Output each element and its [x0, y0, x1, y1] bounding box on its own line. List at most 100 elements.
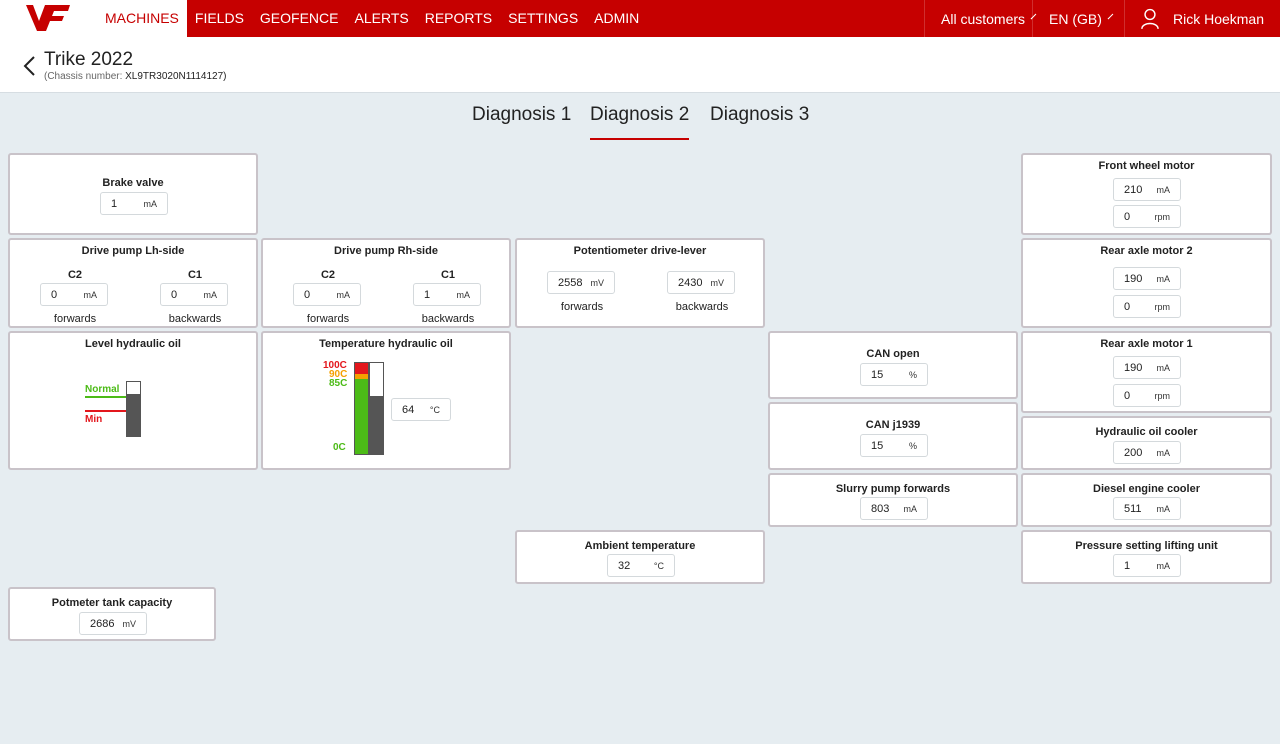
- unit: mA: [1156, 274, 1171, 284]
- value: 0: [1124, 390, 1131, 402]
- nav-reports[interactable]: REPORTS: [417, 0, 500, 37]
- scale-green-zone: [355, 379, 368, 454]
- rear-axle-1-speed: 0 rpm: [1113, 384, 1181, 407]
- unit: mV: [122, 619, 137, 629]
- value: 0: [304, 289, 311, 301]
- unit: °C: [653, 561, 664, 571]
- panel-potmeter-tank-capacity: Potmeter tank capacity 2686 mV: [8, 587, 216, 641]
- can-j1939-value-box: 15 %: [860, 434, 928, 457]
- value: 32: [618, 560, 631, 572]
- panel-title: Drive pump Rh-side: [334, 245, 438, 257]
- unit: mA: [1156, 561, 1171, 571]
- temperature-fill: [370, 395, 383, 454]
- nav-alerts[interactable]: ALERTS: [347, 0, 417, 37]
- panel-can-j1939: CAN j1939 15 %: [768, 402, 1018, 470]
- unit: mA: [143, 199, 158, 209]
- top-right-controls: All customers EN (GB) Rick Hoekman: [924, 0, 1280, 37]
- customer-dropdown-label: All customers: [941, 10, 1026, 27]
- value: 0: [171, 289, 178, 301]
- c2-label: C2: [67, 269, 83, 281]
- nav-admin[interactable]: ADMIN: [586, 0, 647, 37]
- pressure-lifting-value-box: 1 mA: [1113, 554, 1181, 577]
- panel-title: Slurry pump forwards: [835, 483, 951, 495]
- c1-value-box: 0 mA: [160, 283, 228, 306]
- oil-level-gauge: [126, 381, 141, 437]
- value: 200: [1124, 447, 1143, 459]
- panel-title: Potentiometer drive-lever: [573, 245, 707, 257]
- panel-title: Temperature hydraulic oil: [319, 338, 453, 350]
- value: 803: [871, 503, 890, 515]
- rear-axle-2-speed: 0 rpm: [1113, 295, 1181, 318]
- user-menu[interactable]: Rick Hoekman: [1124, 0, 1280, 37]
- unit: mA: [1156, 448, 1171, 458]
- brand-logo[interactable]: [0, 0, 96, 37]
- unit: mV: [710, 278, 725, 288]
- chassis-label: (Chassis number:: [44, 71, 123, 82]
- nav-fields[interactable]: FIELDS: [187, 0, 252, 37]
- back-arrow-icon[interactable]: [22, 55, 36, 77]
- value: 190: [1124, 362, 1143, 374]
- c1-label: C1: [440, 269, 456, 281]
- min-label: Min: [85, 414, 103, 425]
- temperature-scale-bar: [354, 362, 369, 455]
- panel-title: Pressure setting lifting unit: [1075, 540, 1218, 552]
- value: 1: [111, 198, 118, 210]
- panel-title: Drive pump Lh-side: [81, 245, 185, 257]
- tab-diagnosis-1[interactable]: Diagnosis 1: [472, 104, 571, 138]
- value: 1: [1124, 560, 1131, 572]
- value: 1: [424, 289, 431, 301]
- unit: %: [908, 441, 917, 451]
- panel-title: Hydraulic oil cooler: [1095, 426, 1198, 438]
- c1-label: C1: [187, 269, 203, 281]
- panel-brake-valve: Brake valve 1 mA: [8, 153, 258, 235]
- nav-machines[interactable]: MACHINES: [96, 0, 187, 37]
- value: 0: [1124, 301, 1131, 313]
- oil-cooler-value-box: 200 mA: [1113, 441, 1181, 464]
- value: 0: [1124, 211, 1131, 223]
- unit: mA: [83, 290, 98, 300]
- panel-ambient-temperature: Ambient temperature 32 °C: [515, 530, 765, 584]
- unit: mA: [203, 290, 218, 300]
- top-navigation-bar: MACHINES FIELDS GEOFENCE ALERTS REPORTS …: [0, 0, 1280, 37]
- value: 64: [402, 404, 415, 416]
- slurry-pump-value-box: 803 mA: [860, 497, 928, 520]
- c2-value-box: 0 mA: [40, 283, 108, 306]
- unit: °C: [429, 405, 440, 415]
- tab-diagnosis-2[interactable]: Diagnosis 2: [590, 104, 690, 140]
- potmeter-tank-value-box: 2686 mV: [79, 612, 147, 635]
- unit: mA: [1156, 363, 1171, 373]
- forwards-label: forwards: [306, 313, 350, 325]
- panel-title: Diesel engine cooler: [1093, 483, 1200, 495]
- main-menu: MACHINES FIELDS GEOFENCE ALERTS REPORTS …: [96, 0, 647, 37]
- nav-geofence[interactable]: GEOFENCE: [252, 0, 347, 37]
- backwards-value-box: 2430 mV: [667, 271, 735, 294]
- nav-settings[interactable]: SETTINGS: [500, 0, 586, 37]
- value: 2686: [90, 618, 115, 630]
- temp-85c-label: 85C: [329, 378, 348, 389]
- vf-logo-icon: [26, 5, 70, 31]
- customer-dropdown[interactable]: All customers: [924, 0, 1037, 37]
- value: 2558: [558, 277, 583, 289]
- panel-diesel-engine-cooler: Diesel engine cooler 511 mA: [1021, 473, 1272, 527]
- front-wheel-current: 210 mA: [1113, 178, 1181, 201]
- temperature-gauge: [369, 362, 384, 455]
- panel-title: Potmeter tank capacity: [51, 597, 173, 609]
- panel-rear-axle-motor-1: Rear axle motor 1 190 mA 0 rpm: [1021, 331, 1272, 413]
- tab-diagnosis-3[interactable]: Diagnosis 3: [710, 104, 809, 138]
- unit: mA: [1156, 185, 1171, 195]
- panel-can-open: CAN open 15 %: [768, 331, 1018, 399]
- panel-front-wheel-motor: Front wheel motor 210 mA 0 rpm: [1021, 153, 1272, 235]
- value: 15: [871, 440, 884, 452]
- backwards-label: backwards: [168, 313, 222, 325]
- panel-drive-pump-lh: Drive pump Lh-side C2 C1 0 mA 0 mA forwa…: [8, 238, 258, 328]
- language-dropdown[interactable]: EN (GB): [1032, 0, 1124, 37]
- value: 511: [1124, 503, 1142, 515]
- value: 0: [51, 289, 58, 301]
- machine-header: Trike 2022 (Chassis number: XL9TR3020N11…: [0, 37, 1280, 93]
- forwards-label: forwards: [560, 301, 604, 313]
- unit: rpm: [1154, 302, 1171, 312]
- oil-level-fill: [127, 393, 140, 436]
- scale-red-zone: [355, 363, 368, 374]
- ambient-temperature-value-box: 32 °C: [607, 554, 675, 577]
- user-name: Rick Hoekman: [1172, 10, 1264, 27]
